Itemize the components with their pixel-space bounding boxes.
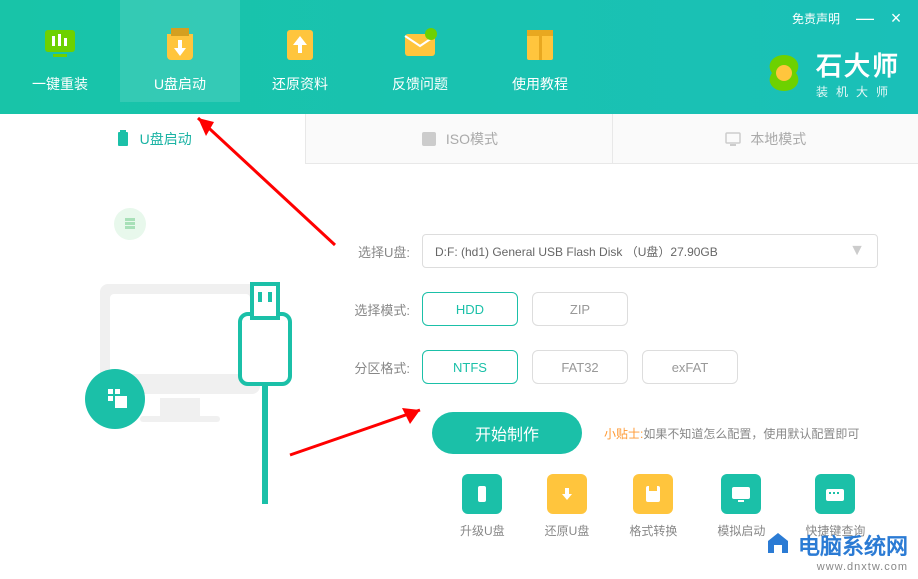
usb-icon (114, 130, 132, 148)
restore-usb-icon (547, 474, 587, 514)
tool-label: 还原U盘 (545, 522, 590, 539)
nav-label: 使用教程 (512, 74, 568, 94)
illustration (40, 184, 340, 524)
start-button[interactable]: 开始制作 (432, 412, 582, 454)
nav-label: 反馈问题 (392, 74, 448, 94)
subtab-label: 本地模式 (750, 129, 806, 149)
fs-label: 分区格式: (340, 358, 410, 377)
tool-simulate-boot[interactable]: 模拟启动 (717, 474, 765, 539)
brand: 石大师 装机大师 (762, 46, 900, 100)
disclaimer-link[interactable]: 免责声明 (792, 10, 840, 27)
mode-opt-hdd[interactable]: HDD (422, 292, 518, 326)
fs-opt-fat32[interactable]: FAT32 (532, 350, 628, 384)
nav-label: 还原资料 (272, 74, 328, 94)
simulate-icon (721, 474, 761, 514)
upgrade-usb-icon (462, 474, 502, 514)
watermark: 电脑系统网 www.dnxtw.com (764, 529, 908, 573)
usb-select-label: 选择U盘: (340, 242, 410, 261)
usb-boot-icon (157, 20, 203, 66)
sub-tabs: U盘启动 ISO模式 本地模式 (0, 114, 918, 164)
brand-subtitle: 装机大师 (816, 83, 900, 100)
tool-format-convert[interactable]: 格式转换 (629, 474, 677, 539)
iso-icon (420, 130, 438, 148)
watermark-sub: www.dnxtw.com (817, 561, 908, 573)
brand-title: 石大师 (816, 46, 900, 83)
app-header: 免责声明 — × 一键重装 U盘启动 还原资料 反馈问题 (0, 0, 918, 114)
format-icon (633, 474, 673, 514)
brand-logo-icon (762, 51, 806, 95)
config-form: 选择U盘: D:F: (hd1) General USB Flash Disk … (340, 184, 878, 524)
usb-select[interactable]: D:F: (hd1) General USB Flash Disk （U盘）27… (422, 234, 878, 268)
tool-label: 模拟启动 (717, 522, 765, 539)
nav-usb-boot[interactable]: U盘启动 (120, 0, 240, 102)
subtab-usb[interactable]: U盘启动 (0, 114, 305, 164)
nav-restore[interactable]: 还原资料 (240, 0, 360, 102)
subtab-label: ISO模式 (446, 129, 498, 149)
window-controls: 免责声明 — × (792, 8, 904, 29)
tip-text: 小贴士:如果不知道怎么配置，使用默认配置即可 (604, 425, 859, 442)
restore-icon (277, 20, 323, 66)
minimize-button[interactable]: — (856, 8, 872, 29)
hotkey-icon (815, 474, 855, 514)
tool-label: 升级U盘 (460, 522, 505, 539)
feedback-icon (397, 20, 443, 66)
nav-label: U盘启动 (154, 74, 206, 94)
main-nav: 一键重装 U盘启动 还原资料 反馈问题 使用教程 (0, 0, 600, 114)
watermark-icon (764, 531, 792, 559)
nav-label: 一键重装 (32, 74, 88, 94)
tool-label: 格式转换 (629, 522, 677, 539)
nav-reinstall[interactable]: 一键重装 (0, 0, 120, 102)
watermark-title: 电脑系统网 (798, 529, 908, 561)
subtab-local[interactable]: 本地模式 (612, 114, 918, 164)
local-icon (724, 130, 742, 148)
mode-label: 选择模式: (340, 300, 410, 319)
fs-opt-exfat[interactable]: exFAT (642, 350, 738, 384)
chevron-down-icon: ▼ (849, 242, 865, 260)
tip-label: 小贴士: (604, 427, 643, 441)
reinstall-icon (37, 20, 83, 66)
nav-tutorial[interactable]: 使用教程 (480, 0, 600, 102)
subtab-label: U盘启动 (140, 129, 192, 149)
tool-restore-usb[interactable]: 还原U盘 (545, 474, 590, 539)
tool-upgrade-usb[interactable]: 升级U盘 (460, 474, 505, 539)
tutorial-icon (517, 20, 563, 66)
nav-feedback[interactable]: 反馈问题 (360, 0, 480, 102)
fs-opt-ntfs[interactable]: NTFS (422, 350, 518, 384)
close-button[interactable]: × (888, 8, 904, 29)
subtab-iso[interactable]: ISO模式 (305, 114, 611, 164)
mode-opt-zip[interactable]: ZIP (532, 292, 628, 326)
usb-select-value: D:F: (hd1) General USB Flash Disk （U盘）27… (435, 243, 718, 260)
